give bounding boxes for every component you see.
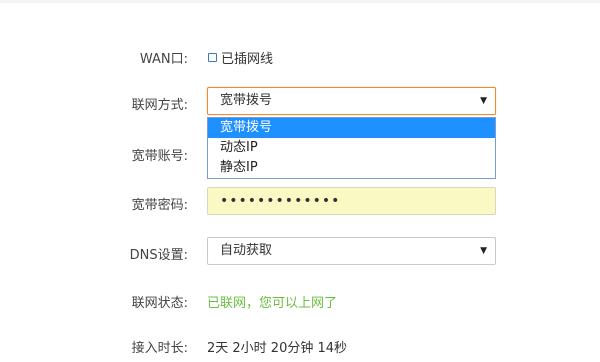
password-label: 宽带密码:: [131, 198, 188, 213]
wan-status: 已插网线: [208, 48, 273, 67]
dropdown-arrow-icon: ▼: [480, 246, 487, 256]
uptime-value: 2天 2小时 20分钟 14秒: [207, 341, 348, 356]
top-divider: [0, 0, 600, 3]
dns-value: 自动获取: [220, 243, 273, 258]
password-masked-value: •••••••••••••: [220, 193, 341, 209]
wan-label: WAN口:: [139, 52, 188, 67]
dropdown-arrow-icon: ▼: [480, 96, 487, 106]
connection-type-value: 宽带拨号: [220, 93, 273, 108]
connection-type-select[interactable]: 宽带拨号 ▼: [207, 87, 496, 115]
password-input[interactable]: •••••••••••••: [207, 187, 496, 215]
connection-type-label: 联网方式:: [131, 98, 188, 113]
wan-status-text: 已插网线: [221, 52, 274, 67]
connection-status-text: 已联网，您可以上网了: [207, 296, 338, 311]
dropdown-option-pppoe[interactable]: 宽带拨号: [208, 118, 495, 138]
dns-label: DNS设置:: [129, 248, 188, 263]
checkbox-square-icon: [208, 53, 217, 62]
uptime-label: 接入时长:: [131, 341, 188, 356]
dropdown-option-dhcp[interactable]: 动态IP: [208, 138, 495, 158]
account-label: 宽带账号:: [131, 149, 188, 164]
network-settings-page: WAN口: 已插网线 联网方式: 宽带拨号 ▼ 宽带拨号 动态IP 静态IP 宽…: [0, 0, 600, 362]
dns-select[interactable]: 自动获取 ▼: [207, 237, 496, 265]
status-label: 联网状态:: [131, 296, 188, 311]
connection-type-dropdown: 宽带拨号 动态IP 静态IP: [207, 117, 496, 179]
dropdown-option-static[interactable]: 静态IP: [208, 158, 495, 178]
